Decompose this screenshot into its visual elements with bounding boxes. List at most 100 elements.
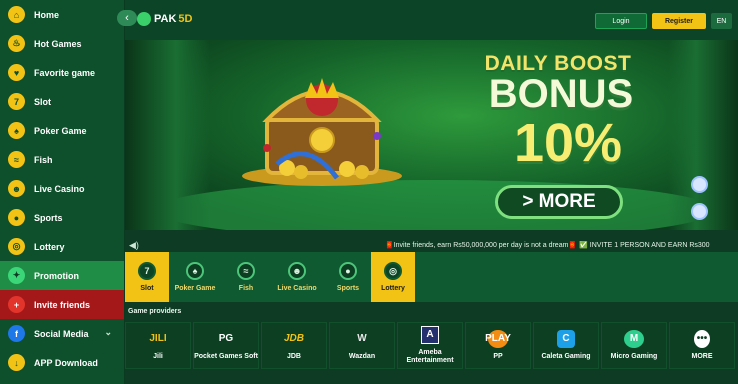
sidebar-item-label: Slot [34, 96, 51, 107]
heart-icon: ♥ [8, 64, 25, 81]
top-bar: ‹ PAK 5D Login Register EN [117, 0, 738, 40]
wazdan-logo: W [357, 333, 367, 344]
chevron-down-icon[interactable]: ⌄ [104, 327, 112, 338]
marquee-text: 🧧Invite friends, earn Rs50,000,000 per d… [385, 242, 710, 249]
invite-icon: + [8, 296, 25, 313]
provider-name: Ameba Entertainment [406, 349, 454, 364]
poker-icon: ♠ [186, 262, 204, 280]
sidebar-item-label: Favorite game [34, 67, 96, 78]
sidebar-item-label: Live Casino [34, 183, 85, 194]
language-button[interactable]: EN [711, 13, 732, 29]
game-category-tabs: 7 Slot ♠ Poker Game ≈ Fish ☻ Live Casino ● Sp… [125, 252, 738, 302]
dealer-icon: ☻ [8, 180, 25, 197]
logo-number: 5D [178, 13, 193, 25]
announcement-marquee: ◀) 🧧Invite friends, earn Rs50,000,000 pe… [125, 237, 738, 253]
provider-jdb[interactable]: JDB JDB [261, 322, 327, 369]
tab-label: Fish [238, 285, 254, 292]
more-icon: ••• [694, 330, 710, 348]
logo-text: PAK [154, 13, 177, 25]
provider-name: PP [493, 353, 503, 360]
sidebar-item-promotion[interactable]: ✦ Promotion [0, 261, 124, 290]
tab-fish[interactable]: ≈ Fish [224, 252, 268, 302]
provider-pp[interactable]: PLAY PP [465, 322, 531, 369]
app-root: ⌂ Home ♨ Hot Games ♥ Favorite game 7 Slot ♠ P… [0, 0, 738, 384]
site-logo[interactable]: PAK 5D [137, 12, 192, 26]
lottery-icon: ◎ [384, 262, 402, 280]
sidebar-item-label: Fish [34, 154, 53, 165]
floating-support-icon[interactable] [691, 176, 708, 193]
sidebar-item-slot[interactable]: 7 Slot [0, 87, 124, 116]
login-button[interactable]: Login [595, 13, 647, 29]
provider-ameba[interactable]: A Ameba Entertainment [397, 322, 463, 369]
tab-label: Live Casino [277, 285, 317, 292]
banner-more-button[interactable]: > MORE [495, 185, 623, 219]
floating-gift-icon[interactable] [691, 203, 708, 220]
tab-lottery[interactable]: ◎ Lottery [371, 252, 415, 302]
sidebar-item-sports[interactable]: ● Sports [0, 203, 124, 232]
treasure-chest-illustration [242, 78, 402, 186]
provider-micro-gaming[interactable]: M Micro Gaming [601, 322, 667, 369]
sidebar-item-fish[interactable]: ≈ Fish [0, 145, 124, 174]
slot-icon: 7 [8, 93, 25, 110]
sidebar-item-label: Lottery [34, 241, 65, 252]
provider-name: JDB [286, 353, 301, 360]
chevron-left-icon: ‹ [125, 12, 129, 24]
sidebar-item-invite-friends[interactable]: + Invite friends [0, 290, 124, 319]
provider-wazdan[interactable]: W Wazdan [329, 322, 395, 369]
sidebar-item-label: Promotion [34, 270, 79, 281]
pp-logo: PLAY [485, 330, 511, 348]
game-providers: JILI Jili PG Pocket Games Soft JDB JDB W Waz… [125, 320, 738, 384]
sidebar-item-label: Home [34, 9, 60, 20]
collapse-sidebar-button[interactable]: ‹ [117, 10, 137, 26]
tab-label: Lottery [381, 285, 405, 292]
promo-banner[interactable]: DAILY BOOST BONUS 10% > MORE [125, 40, 738, 230]
ball-icon: ● [339, 262, 357, 280]
ameba-logo: A [421, 326, 439, 344]
provider-name: Pocket Games Soft [194, 353, 258, 360]
provider-caleta-gaming[interactable]: C Caleta Gaming [533, 322, 599, 369]
provider-name: Caleta Gaming [541, 353, 591, 360]
gift-icon: ✦ [8, 267, 25, 284]
tab-label: Sports [336, 285, 360, 292]
provider-name: Jili [153, 353, 163, 360]
sidebar-item-app-download[interactable]: ↓ APP Download [0, 348, 124, 377]
tab-label: Poker Game [174, 285, 216, 292]
provider-jili[interactable]: JILI Jili [125, 322, 191, 369]
provider-name: Wazdan [348, 353, 376, 360]
sidebar-item-label: Hot Games [34, 38, 82, 49]
provider-pocket-games-soft[interactable]: PG Pocket Games Soft [193, 322, 259, 369]
sidebar-item-home[interactable]: ⌂ Home [0, 0, 124, 29]
poker-icon: ♠ [8, 122, 25, 139]
sidebar: ⌂ Home ♨ Hot Games ♥ Favorite game 7 Slot ♠ P… [0, 0, 125, 384]
jdb-logo: JDB [283, 333, 304, 344]
sidebar-item-lottery[interactable]: ◎ Lottery [0, 232, 124, 261]
register-button[interactable]: Register [652, 13, 706, 29]
download-icon: ↓ [8, 354, 25, 371]
fish-icon: ≈ [8, 151, 25, 168]
sidebar-item-hot-games[interactable]: ♨ Hot Games [0, 29, 124, 58]
flame-icon: ♨ [8, 35, 25, 52]
tab-sports[interactable]: ● Sports [326, 252, 370, 302]
facebook-icon: f [8, 325, 25, 342]
curtain-right [668, 40, 738, 230]
pg-logo: PG [218, 333, 234, 344]
slot-icon: 7 [138, 262, 156, 280]
banner-percent: 10% [513, 113, 623, 173]
tab-poker-game[interactable]: ♠ Poker Game [173, 252, 217, 302]
sidebar-item-favorite-game[interactable]: ♥ Favorite game [0, 58, 124, 87]
tab-label: Slot [140, 285, 154, 292]
provider-name: Micro Gaming [610, 353, 658, 360]
ball-icon: ● [8, 209, 25, 226]
provider-name: MORE [691, 353, 713, 360]
home-icon: ⌂ [8, 6, 25, 23]
provider-more[interactable]: ••• MORE [669, 322, 735, 369]
tab-live-casino[interactable]: ☻ Live Casino [275, 252, 319, 302]
jili-logo: JILI [149, 333, 167, 344]
logo-ball-icon [137, 12, 151, 26]
tab-slot[interactable]: 7 Slot [125, 252, 169, 302]
sidebar-item-social-media[interactable]: f Social Media ⌄ [0, 319, 124, 348]
curtain-left [125, 40, 210, 230]
sidebar-item-poker-game[interactable]: ♠ Poker Game [0, 116, 124, 145]
sidebar-item-live-casino[interactable]: ☻ Live Casino [0, 174, 124, 203]
sidebar-item-label: APP Download [34, 357, 98, 368]
